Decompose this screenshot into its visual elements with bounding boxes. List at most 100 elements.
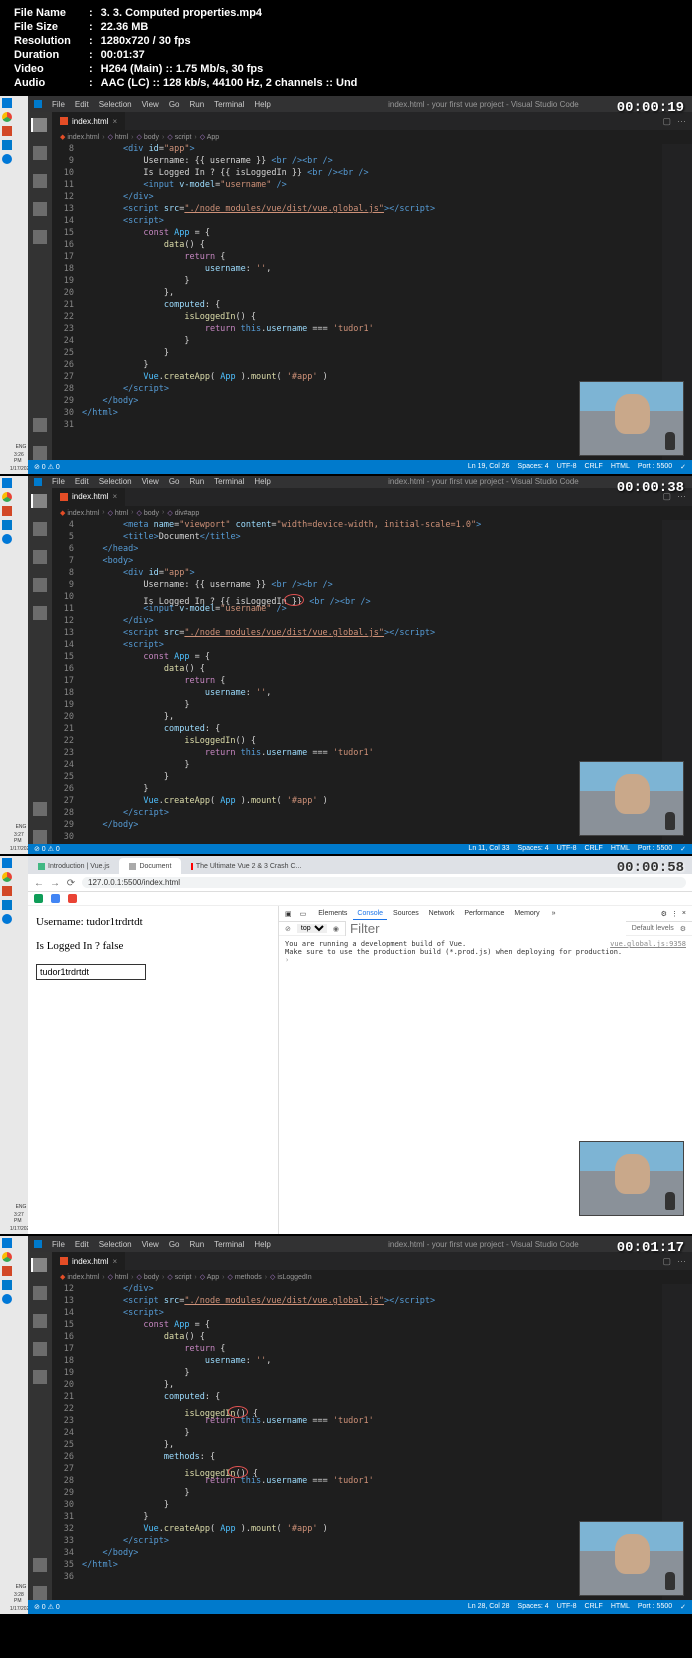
breadcrumb-item[interactable]: ◇ html xyxy=(108,509,129,517)
code-line[interactable]: username: '', xyxy=(82,1356,662,1368)
menu-edit[interactable]: Edit xyxy=(75,477,89,486)
more-icon[interactable]: ⋯ xyxy=(677,116,686,127)
url-input[interactable]: 127.0.0.1:5500/index.html xyxy=(82,877,686,888)
code-line[interactable]: isLoggedIn() { xyxy=(82,1464,662,1476)
start-icon[interactable] xyxy=(2,98,12,108)
context-select[interactable]: top xyxy=(297,924,327,933)
menu-selection[interactable]: Selection xyxy=(99,477,132,486)
breadcrumb[interactable]: ◆ index.html › ◇ html › ◇ body › ◇ scrip… xyxy=(52,1270,692,1284)
code-line[interactable]: Username: {{ username }} <br /><br /> xyxy=(82,156,662,168)
lang-indicator[interactable]: ENG xyxy=(16,824,27,830)
devtools-tab-elements[interactable]: Elements xyxy=(314,908,351,919)
forward-icon[interactable]: → xyxy=(50,878,60,888)
scm-icon[interactable] xyxy=(33,1314,47,1328)
split-editor-icon[interactable]: ▢ xyxy=(662,1256,671,1267)
code-line[interactable]: <meta name="viewport" content="width=dev… xyxy=(82,520,662,532)
vscode-icon[interactable] xyxy=(2,1280,12,1290)
breadcrumb-item[interactable]: ◇ body xyxy=(137,1273,160,1281)
edge-icon[interactable] xyxy=(2,1294,12,1304)
code-line[interactable]: <div id="app"> xyxy=(82,568,662,580)
menu-go[interactable]: Go xyxy=(169,100,180,109)
account-icon[interactable] xyxy=(33,418,47,432)
code-line[interactable]: } xyxy=(82,348,662,360)
code-line[interactable]: username: '', xyxy=(82,688,662,700)
code-line[interactable] xyxy=(82,1572,662,1584)
vscode-icon[interactable] xyxy=(2,140,12,150)
lang-indicator[interactable]: ENG xyxy=(16,1204,27,1210)
code-line[interactable]: <input v-model="username" /> xyxy=(82,180,662,192)
menu-selection[interactable]: Selection xyxy=(99,1240,132,1249)
code-line[interactable]: <script src="./node_modules/vue/dist/vue… xyxy=(82,1296,662,1308)
breadcrumb[interactable]: ◆ index.html › ◇ html › ◇ body › ◇ scrip… xyxy=(52,130,692,144)
edge-icon[interactable] xyxy=(2,154,12,164)
menu-terminal[interactable]: Terminal xyxy=(214,1240,244,1249)
code-line[interactable]: data() { xyxy=(82,664,662,676)
code-line[interactable]: return this.username === 'tudor1' xyxy=(82,748,662,760)
close-icon[interactable]: × xyxy=(112,117,117,126)
vscode-icon[interactable] xyxy=(2,900,12,910)
bookmark-icon[interactable] xyxy=(34,894,43,903)
windows-taskbar[interactable] xyxy=(0,856,14,1234)
code-line[interactable]: <script> xyxy=(82,640,662,652)
device-icon[interactable]: ▭ xyxy=(300,910,307,918)
code-line[interactable]: } xyxy=(82,772,662,784)
code-line[interactable]: <script src="./node_modules/vue/dist/vue… xyxy=(82,628,662,640)
code-line[interactable]: } xyxy=(82,760,662,772)
code-line[interactable]: return { xyxy=(82,252,662,264)
code-line[interactable]: </div> xyxy=(82,616,662,628)
menu-go[interactable]: Go xyxy=(169,1240,180,1249)
devtools-tab-performance[interactable]: Performance xyxy=(460,908,508,919)
account-icon[interactable] xyxy=(33,802,47,816)
code-line[interactable]: username: '', xyxy=(82,264,662,276)
breadcrumb-item[interactable]: ◇ App xyxy=(200,1273,219,1281)
start-icon[interactable] xyxy=(2,858,12,868)
debug-icon[interactable] xyxy=(33,202,47,216)
breadcrumb-item[interactable]: ◇ isLoggedIn xyxy=(270,1273,312,1281)
breadcrumb-item[interactable]: ◇ body xyxy=(137,133,160,141)
code-line[interactable]: } xyxy=(82,1488,662,1500)
prettier-icon[interactable]: ✓ xyxy=(680,463,686,471)
code-line[interactable]: <div id="app"> xyxy=(82,144,662,156)
menu-file[interactable]: File xyxy=(52,477,65,486)
code-line[interactable]: } xyxy=(82,1428,662,1440)
chrome-icon[interactable] xyxy=(2,492,12,502)
code-line[interactable]: </html> xyxy=(82,1560,662,1572)
code-line[interactable]: }, xyxy=(82,288,662,300)
source-link[interactable]: vue.global.js:9358 xyxy=(610,940,686,948)
code-line[interactable]: const App = { xyxy=(82,652,662,664)
breadcrumb-item[interactable]: ◇ script xyxy=(167,1273,191,1281)
code-line[interactable]: </html> xyxy=(82,408,662,420)
code-line[interactable]: </div> xyxy=(82,1284,662,1296)
scm-icon[interactable] xyxy=(33,550,47,564)
chrome-icon[interactable] xyxy=(2,872,12,882)
windows-taskbar[interactable] xyxy=(0,96,14,474)
code-line[interactable]: } xyxy=(82,784,662,796)
breadcrumb-item[interactable]: ◇ script xyxy=(167,133,191,141)
close-icon[interactable]: × xyxy=(112,1257,117,1266)
search-icon[interactable] xyxy=(33,1286,47,1300)
levels-select[interactable]: Default levels xyxy=(632,925,674,932)
powerpoint-icon[interactable] xyxy=(2,506,12,516)
inspect-icon[interactable]: ▣ xyxy=(285,910,292,918)
code-line[interactable]: } xyxy=(82,1500,662,1512)
menu-view[interactable]: View xyxy=(142,477,159,486)
code-line[interactable]: } xyxy=(82,360,662,372)
code-line[interactable]: </script> xyxy=(82,808,662,820)
code-line[interactable]: isLoggedIn() { xyxy=(82,312,662,324)
code-line[interactable]: }, xyxy=(82,712,662,724)
code-line[interactable]: <script> xyxy=(82,1308,662,1320)
code-line[interactable]: </script> xyxy=(82,1536,662,1548)
explorer-icon[interactable] xyxy=(31,494,47,508)
menu-run[interactable]: Run xyxy=(189,100,204,109)
code-line[interactable]: } xyxy=(82,1368,662,1380)
close-icon[interactable]: × xyxy=(682,910,686,918)
status-port[interactable]: Port : 5500 xyxy=(638,463,672,471)
code-line[interactable]: } xyxy=(82,336,662,348)
menu-file[interactable]: File xyxy=(52,1240,65,1249)
code-line[interactable]: data() { xyxy=(82,1332,662,1344)
edge-icon[interactable] xyxy=(2,534,12,544)
breadcrumb-item[interactable]: ◇ methods xyxy=(228,1273,262,1281)
code-line[interactable]: computed: { xyxy=(82,300,662,312)
code-line[interactable]: </head> xyxy=(82,544,662,556)
filter-input[interactable] xyxy=(345,921,626,936)
